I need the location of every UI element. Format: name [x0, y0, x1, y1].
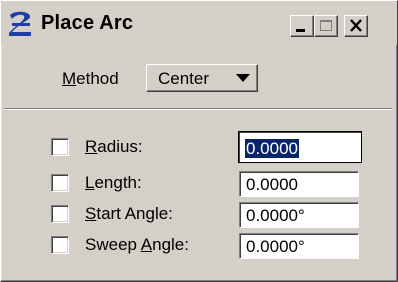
param-row-sweep-angle: Sweep Angle: 0.0000° [1, 233, 397, 263]
param-row-radius: Radius: 0.0000 [1, 131, 397, 165]
length-input-value: 0.0000 [246, 175, 298, 194]
sweep-angle-input-value: 0.0000° [246, 237, 305, 256]
minimize-button[interactable] [290, 15, 314, 37]
start-angle-input[interactable]: 0.0000° [239, 202, 359, 228]
radius-checkbox[interactable] [51, 138, 69, 156]
method-selected-value: Center [158, 69, 210, 88]
divider [4, 108, 392, 110]
start-angle-label-mnemonic: S [85, 204, 97, 223]
sweep-angle-label-mnemonic: A [140, 235, 153, 254]
radius-label-mnemonic: R [85, 137, 98, 156]
radius-label-rest: adius: [97, 137, 143, 156]
close-button[interactable] [344, 15, 368, 37]
length-label: Length: [85, 173, 142, 193]
start-angle-input-value: 0.0000° [246, 206, 305, 225]
sweep-angle-checkbox[interactable] [51, 236, 69, 254]
window-title: Place Arc [41, 12, 134, 34]
radius-input[interactable]: 0.0000 [238, 131, 362, 163]
method-row: Method Center [1, 45, 397, 97]
length-label-rest: ength: [94, 173, 142, 192]
title-bar[interactable]: Place Arc [1, 1, 397, 45]
sweep-angle-label-part1: Sweep [85, 235, 141, 254]
microstation-logo-icon[interactable] [7, 10, 35, 38]
param-row-length: Length: 0.0000 [1, 171, 397, 201]
radius-label: Radius: [85, 137, 143, 157]
length-input[interactable]: 0.0000 [239, 171, 359, 197]
method-label-rest: ethod [76, 69, 119, 88]
param-row-start-angle: Start Angle: 0.0000° [1, 202, 397, 232]
sweep-angle-label: Sweep Angle: [85, 235, 189, 255]
start-angle-checkbox[interactable] [51, 205, 69, 223]
start-angle-label-rest: tart Angle: [96, 204, 173, 223]
start-angle-label: Start Angle: [85, 204, 173, 224]
sweep-angle-label-rest: ngle: [152, 235, 189, 254]
method-label-mnemonic: M [62, 69, 77, 88]
method-dropdown[interactable]: Center [146, 64, 258, 92]
length-checkbox[interactable] [51, 174, 69, 192]
method-label: Method [62, 69, 119, 89]
place-arc-dialog: Place Arc Method Center Radius: 0.0000 L… [0, 0, 398, 282]
sweep-angle-input[interactable]: 0.0000° [239, 233, 359, 259]
radius-input-value: 0.0000 [245, 139, 299, 158]
maximize-button[interactable] [314, 15, 338, 37]
